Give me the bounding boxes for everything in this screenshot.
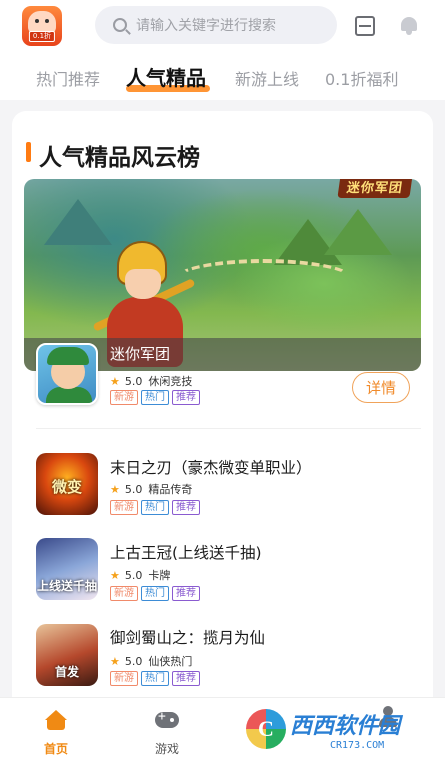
game-icon[interactable]: 首发 <box>36 624 98 686</box>
scan-icon[interactable] <box>355 16 375 36</box>
section-accent-bar <box>26 142 31 162</box>
star-icon: ★ <box>110 654 120 668</box>
game-icon[interactable]: 微变 <box>36 453 98 515</box>
star-icon: ★ <box>110 568 120 582</box>
tag-new: 新游 <box>110 586 138 601</box>
game-rating: 5.0 <box>124 482 143 496</box>
tab-discount[interactable]: 0.1折福利 <box>325 66 398 90</box>
tag-hot: 热门 <box>141 671 169 686</box>
tag-new: 新游 <box>110 500 138 515</box>
app-logo-tag: 0.1折 <box>28 31 56 42</box>
game-rating: 5.0 <box>124 568 143 582</box>
game-meta: ★ 5.0 精品传奇 <box>110 481 192 497</box>
featured-game-name[interactable]: 迷你军团 <box>110 343 170 364</box>
game-icon[interactable]: 上线送千抽 <box>36 538 98 600</box>
game-meta: ★ 5.0 卡牌 <box>110 567 170 583</box>
game-tags: 新游 热门 推荐 <box>110 586 200 601</box>
game-tags: 新游 热门 推荐 <box>110 500 200 515</box>
nav-games-label: 游戏 <box>154 742 179 756</box>
tag-new: 新游 <box>110 671 138 686</box>
tab-hot-recommend[interactable]: 热门推荐 <box>36 66 100 90</box>
divider <box>36 428 421 429</box>
home-icon <box>45 710 67 730</box>
tag-recommend: 推荐 <box>172 500 200 515</box>
gamepad-icon <box>155 709 179 728</box>
site-watermark: C 西西软件园 CR173.COM <box>246 700 429 758</box>
detail-button[interactable]: 详情 <box>352 372 410 403</box>
tag-recommend: 推荐 <box>172 671 200 686</box>
game-tags: 新游 热门 推荐 <box>110 671 200 686</box>
tag-hot: 热门 <box>141 500 169 515</box>
watermark-url: CR173.COM <box>330 739 385 751</box>
watermark-badge: C <box>246 709 286 749</box>
game-category: 仙侠热门 <box>148 655 193 668</box>
nav-home-label: 首页 <box>43 742 68 756</box>
tag-hot: 热门 <box>141 390 169 405</box>
search-input[interactable]: 请输入关键字进行搜索 <box>136 15 276 35</box>
top-header: 0.1折 请输入关键字进行搜索 热门推荐 人气精品 新游上线 0.1折福利 <box>0 0 445 100</box>
section-title: 人气精品风云榜 <box>39 145 200 171</box>
watermark-name: 西西软件园 <box>290 713 401 739</box>
app-logo[interactable]: 0.1折 <box>22 6 62 46</box>
nav-home[interactable]: 首页 <box>16 698 96 763</box>
game-title[interactable]: 上古王冠(上线送千抽) <box>110 541 262 563</box>
tag-recommend: 推荐 <box>172 390 200 405</box>
category-tabs: 热门推荐 人气精品 新游上线 0.1折福利 <box>0 60 445 96</box>
game-title[interactable]: 御剑蜀山之：揽月为仙 <box>110 626 265 648</box>
tab-new-games[interactable]: 新游上线 <box>235 66 299 90</box>
nav-games[interactable]: 游戏 <box>127 698 207 763</box>
banner-game-logo: 迷你军团 <box>337 179 413 198</box>
featured-rating: 5.0 <box>124 374 143 388</box>
game-category: 卡牌 <box>148 569 171 582</box>
tab-popular[interactable]: 人气精品 <box>126 62 206 91</box>
star-icon: ★ <box>110 482 120 496</box>
search-bar[interactable]: 请输入关键字进行搜索 <box>95 6 337 44</box>
star-icon: ★ <box>110 374 120 388</box>
tag-recommend: 推荐 <box>172 586 200 601</box>
ranking-card: 人气精品风云榜 迷你军团 迷你军团 ★ 5.0 休闲竞技 新游 热门 推荐 详情… <box>12 111 433 711</box>
featured-game-icon[interactable] <box>36 343 98 405</box>
featured-tags: 新游 热门 推荐 <box>110 390 200 405</box>
game-rating: 5.0 <box>124 654 143 668</box>
game-title[interactable]: 末日之刃（豪杰微变单职业） <box>110 456 312 478</box>
featured-meta: ★ 5.0 休闲竞技 <box>110 373 192 389</box>
search-icon <box>113 18 127 32</box>
tag-hot: 热门 <box>141 586 169 601</box>
featured-category: 休闲竞技 <box>148 375 193 388</box>
game-meta: ★ 5.0 仙侠热门 <box>110 653 192 669</box>
bell-icon[interactable] <box>400 15 418 35</box>
game-category: 精品传奇 <box>148 483 193 496</box>
tag-new: 新游 <box>110 390 138 405</box>
